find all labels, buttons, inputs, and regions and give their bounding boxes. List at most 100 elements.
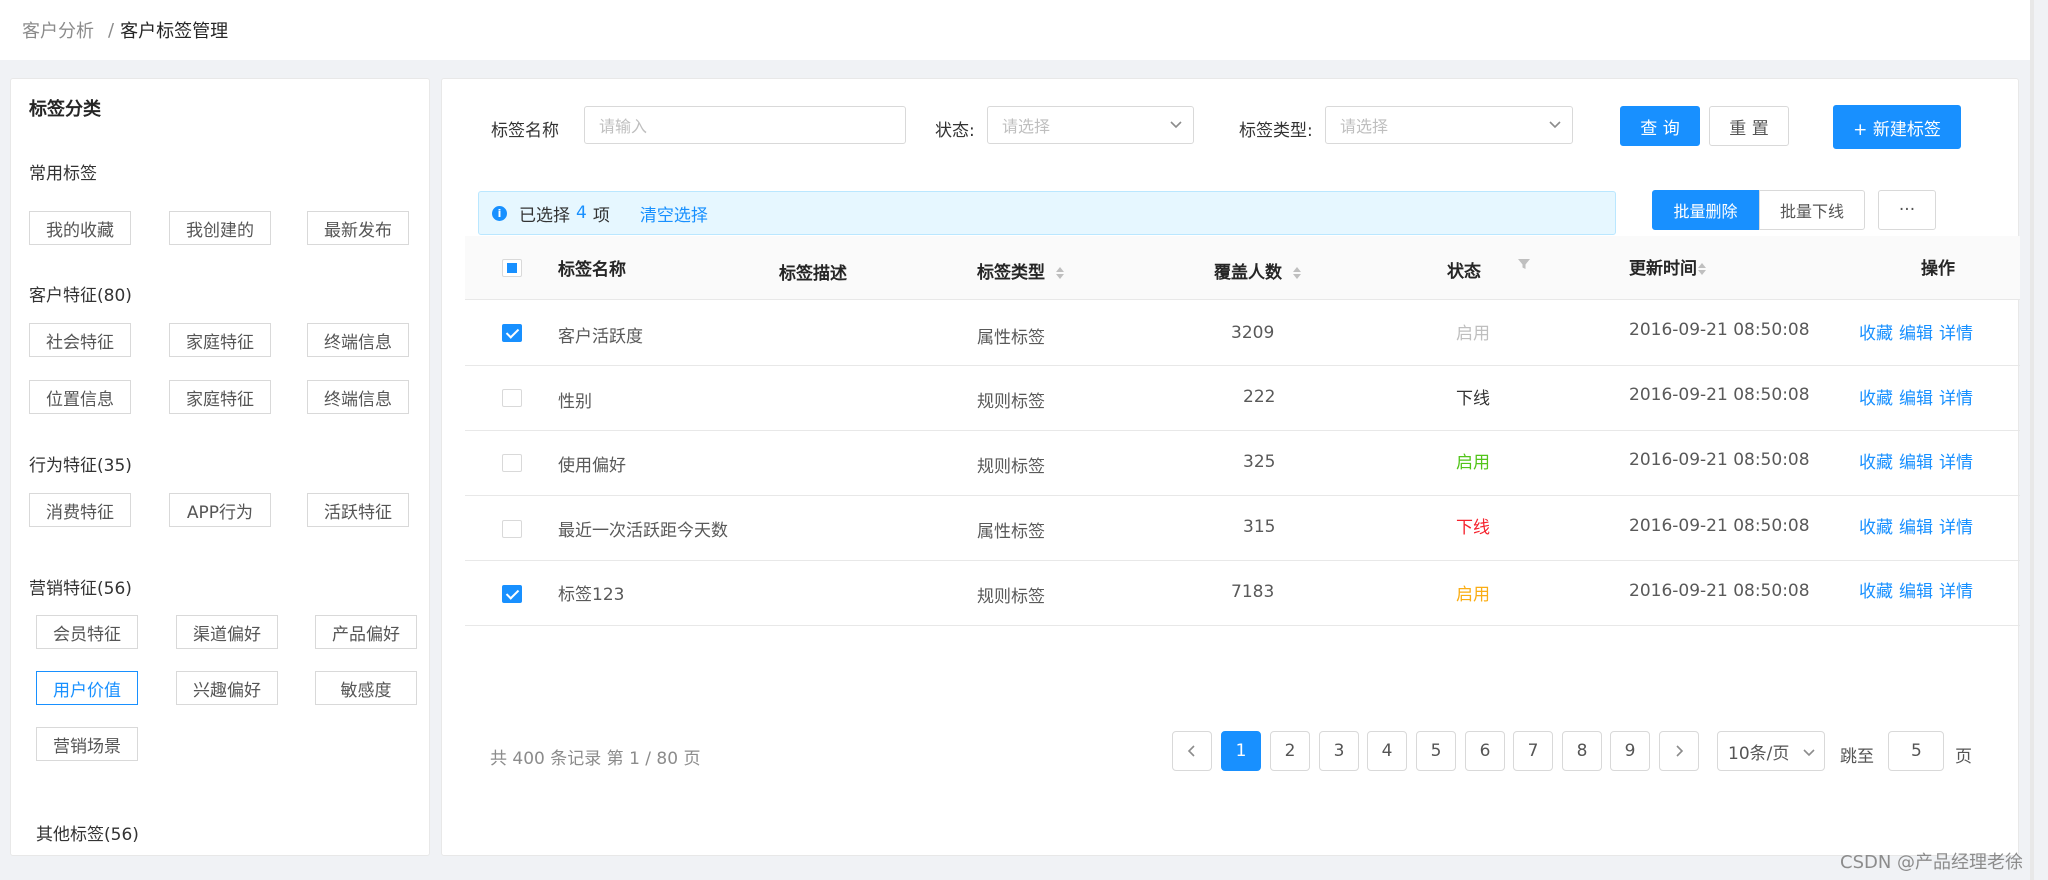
row-checkbox[interactable] xyxy=(502,585,522,603)
cell-coverage: 7183 xyxy=(1231,582,1275,602)
status-select-value: 请选择 xyxy=(1002,117,1051,136)
batch-offline-button[interactable]: 批量下线 xyxy=(1759,190,1865,230)
new-tag-button[interactable]: + 新建标签 xyxy=(1833,105,1961,149)
cell-coverage: 315 xyxy=(1243,517,1276,537)
chevron-left-icon xyxy=(1187,745,1195,757)
tag-my-created[interactable]: 我创建的 xyxy=(169,211,271,245)
cell-status: 下线 xyxy=(1456,518,1490,538)
page-unit-label: 页 xyxy=(1955,747,1972,767)
tag-terminal-info[interactable]: 终端信息 xyxy=(307,323,409,357)
col-updated[interactable]: 更新时间 xyxy=(1629,254,1707,279)
next-page-button[interactable] xyxy=(1659,731,1699,771)
tag-activity-features[interactable]: 活跃特征 xyxy=(307,493,409,527)
row-checkbox[interactable] xyxy=(502,454,522,472)
tag-interest-preference[interactable]: 兴趣偏好 xyxy=(176,671,278,705)
tag-location-info[interactable]: 位置信息 xyxy=(29,380,131,414)
row-checkbox[interactable] xyxy=(502,324,522,342)
jump-page-input[interactable]: 5 xyxy=(1888,731,1944,771)
tag-type-select-value: 请选择 xyxy=(1340,117,1389,136)
col-tag-desc: 标签描述 xyxy=(779,264,847,284)
col-updated-label: 更新时间 xyxy=(1629,259,1697,279)
selection-count: 4 xyxy=(576,203,587,223)
tag-consumption-features[interactable]: 消费特征 xyxy=(29,493,131,527)
page-2-button[interactable]: 2 xyxy=(1270,731,1310,771)
row-actions: 收藏 编辑 详情 xyxy=(1859,513,1979,538)
detail-link[interactable]: 详情 xyxy=(1939,389,1973,409)
tag-social-features[interactable]: 社会特征 xyxy=(29,323,131,357)
edit-link[interactable]: 编辑 xyxy=(1899,518,1933,538)
tag-product-preference[interactable]: 产品偏好 xyxy=(315,615,417,649)
tag-type-select[interactable]: 请选择 xyxy=(1325,106,1573,144)
select-all-checkbox[interactable] xyxy=(502,259,522,277)
main-panel: 标签名称 请输入 状态: 请选择 标签类型: 请选择 查 询 重 置 + 新建标… xyxy=(441,78,2020,856)
tag-my-favorites[interactable]: 我的收藏 xyxy=(29,211,131,245)
status-select[interactable]: 请选择 xyxy=(987,106,1194,144)
favorite-link[interactable]: 收藏 xyxy=(1859,324,1893,344)
tag-channel-preference[interactable]: 渠道偏好 xyxy=(176,615,278,649)
cell-coverage: 222 xyxy=(1243,387,1276,407)
tag-marketing-scene[interactable]: 营销场景 xyxy=(36,727,138,761)
page-4-button[interactable]: 4 xyxy=(1367,731,1407,771)
tag-app-behavior[interactable]: APP行为 xyxy=(169,493,271,527)
page-8-button[interactable]: 8 xyxy=(1562,731,1602,771)
favorite-link[interactable]: 收藏 xyxy=(1859,389,1893,409)
page-6-button[interactable]: 6 xyxy=(1465,731,1505,771)
edit-link[interactable]: 编辑 xyxy=(1899,582,1933,602)
page-1-button[interactable]: 1 xyxy=(1221,731,1261,771)
tag-category-sidebar: 标签分类 常用标签 我的收藏 我创建的 最新发布 客户特征(80) 社会特征 家… xyxy=(10,78,430,856)
detail-link[interactable]: 详情 xyxy=(1939,453,1973,473)
row-actions: 收藏 编辑 详情 xyxy=(1859,319,1979,344)
tag-family-features-2[interactable]: 家庭特征 xyxy=(169,380,271,414)
row-checkbox[interactable] xyxy=(502,520,522,538)
cell-updated: 2016-09-21 08:50:08 xyxy=(1629,320,1810,340)
query-button[interactable]: 查 询 xyxy=(1620,106,1700,146)
favorite-link[interactable]: 收藏 xyxy=(1859,582,1893,602)
col-actions: 操作 xyxy=(1921,259,1955,279)
edit-link[interactable]: 编辑 xyxy=(1899,389,1933,409)
tag-family-features[interactable]: 家庭特征 xyxy=(169,323,271,357)
edit-link[interactable]: 编辑 xyxy=(1899,453,1933,473)
tag-terminal-info-2[interactable]: 终端信息 xyxy=(307,380,409,414)
selection-alert: i 已选择 4 项 清空选择 xyxy=(478,191,1616,235)
group-title-other-tags[interactable]: 其他标签(56) xyxy=(36,820,139,845)
chevron-down-icon xyxy=(1803,749,1815,757)
favorite-link[interactable]: 收藏 xyxy=(1859,453,1893,473)
detail-link[interactable]: 详情 xyxy=(1939,324,1973,344)
col-status: 状态 xyxy=(1447,262,1481,282)
prev-page-button[interactable] xyxy=(1172,731,1212,771)
favorite-link[interactable]: 收藏 xyxy=(1859,518,1893,538)
group-title-common: 常用标签 xyxy=(29,164,97,184)
col-coverage[interactable]: 覆盖人数 xyxy=(1214,258,1302,283)
row-checkbox[interactable] xyxy=(502,389,522,407)
filter-icon[interactable] xyxy=(1517,257,1531,271)
edit-link[interactable]: 编辑 xyxy=(1899,324,1933,344)
clear-selection-link[interactable]: 清空选择 xyxy=(640,201,708,226)
col-tag-type-label: 标签类型 xyxy=(977,263,1045,283)
row-actions: 收藏 编辑 详情 xyxy=(1859,448,1979,473)
jump-label: 跳至 xyxy=(1840,747,1874,767)
cell-updated: 2016-09-21 08:50:08 xyxy=(1629,516,1810,536)
tag-latest-published[interactable]: 最新发布 xyxy=(307,211,409,245)
page-9-button[interactable]: 9 xyxy=(1610,731,1650,771)
page-size-select[interactable]: 10条/页 xyxy=(1717,731,1825,771)
col-tag-type[interactable]: 标签类型 xyxy=(977,258,1065,283)
tag-user-value[interactable]: 用户价值 xyxy=(36,671,138,705)
tag-name-input[interactable]: 请输入 xyxy=(584,106,906,144)
cell-status: 启用 xyxy=(1456,585,1490,605)
cell-status: 启用 xyxy=(1456,324,1490,344)
breadcrumb-parent[interactable]: 客户分析 xyxy=(22,17,94,43)
table-row: 最近一次活跃距今天数 属性标签 315 下线 2016-09-21 08:50:… xyxy=(465,496,2020,561)
watermark: CSDN @产品经理老徐 xyxy=(1840,852,2024,873)
page-5-button[interactable]: 5 xyxy=(1416,731,1456,771)
tag-member-features[interactable]: 会员特征 xyxy=(36,615,138,649)
filter-name-label: 标签名称 xyxy=(491,121,559,141)
detail-link[interactable]: 详情 xyxy=(1939,518,1973,538)
detail-link[interactable]: 详情 xyxy=(1939,582,1973,602)
more-actions-button[interactable]: ··· xyxy=(1878,190,1936,230)
tag-sensitivity[interactable]: 敏感度 xyxy=(315,671,417,705)
page-7-button[interactable]: 7 xyxy=(1513,731,1553,771)
reset-button[interactable]: 重 置 xyxy=(1709,106,1789,146)
row-actions: 收藏 编辑 详情 xyxy=(1859,577,1979,602)
batch-delete-button[interactable]: 批量删除 xyxy=(1652,190,1759,230)
page-3-button[interactable]: 3 xyxy=(1319,731,1359,771)
